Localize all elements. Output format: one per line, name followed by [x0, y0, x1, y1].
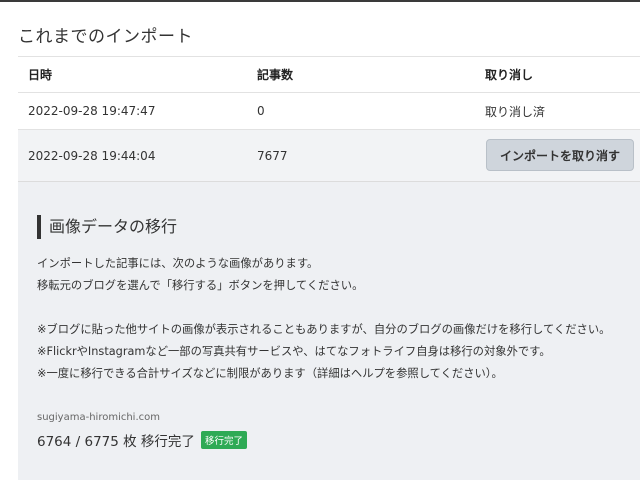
table-row: 2022-09-28 19:47:47 0 取り消し済 — [18, 93, 640, 130]
migration-progress: 6764 / 6775 枚 移行完了 移行完了 — [37, 430, 247, 450]
note-line: ※一度に移行できる合計サイズなどに制限があります（詳細はヘルプを参照してください… — [37, 367, 503, 380]
undo-status: 取り消し済 — [485, 104, 546, 119]
undo-import-button[interactable]: インポートを取り消す — [486, 139, 634, 171]
import-date: 2022-09-28 19:44:04 — [28, 148, 156, 163]
source-blog-name: sugiyama-hiromichi.com — [37, 412, 160, 423]
migration-title: 画像データの移行 — [37, 215, 177, 239]
note-line: ※ブログに貼った他サイトの画像が表示されることもありますが、自分のブログの画像だ… — [37, 323, 611, 336]
image-migration-panel: 画像データの移行 インポートした記事には、次のような画像があります。 移転元のブ… — [18, 182, 640, 480]
table-header-row: 日時 記事数 取り消し — [18, 57, 640, 93]
note-line: ※FlickrやInstagramなど一部の写真共有サービスや、はてなフォトライ… — [37, 345, 551, 358]
import-date: 2022-09-28 19:47:47 — [28, 104, 156, 118]
instruction-line: 移転元のブログを選んで「移行する」ボタンを押してください。 — [37, 279, 364, 292]
page-title: これまでのインポート — [18, 27, 193, 47]
progress-text: 6764 / 6775 枚 移行完了 — [37, 434, 195, 450]
status-badge: 移行完了 — [200, 431, 247, 449]
migration-notes: ※ブログに貼った他サイトの画像が表示されることもありますが、自分のブログの画像だ… — [37, 319, 610, 385]
column-header-article-count: 記事数 — [257, 68, 294, 82]
import-history-table: 日時 記事数 取り消し 2022-09-28 19:47:47 0 取り消し済 … — [18, 57, 640, 182]
instruction-line: インポートした記事には、次のような画像があります。 — [37, 257, 319, 270]
article-count: 0 — [257, 104, 265, 118]
column-header-date: 日時 — [28, 68, 53, 82]
table-row: 2022-09-28 19:44:04 7677 インポートを取り消す — [18, 130, 640, 182]
column-header-undo: 取り消し — [485, 68, 534, 82]
migration-instructions: インポートした記事には、次のような画像があります。 移転元のブログを選んで「移行… — [37, 253, 363, 297]
article-count: 7677 — [257, 148, 288, 163]
top-border — [0, 0, 640, 2]
